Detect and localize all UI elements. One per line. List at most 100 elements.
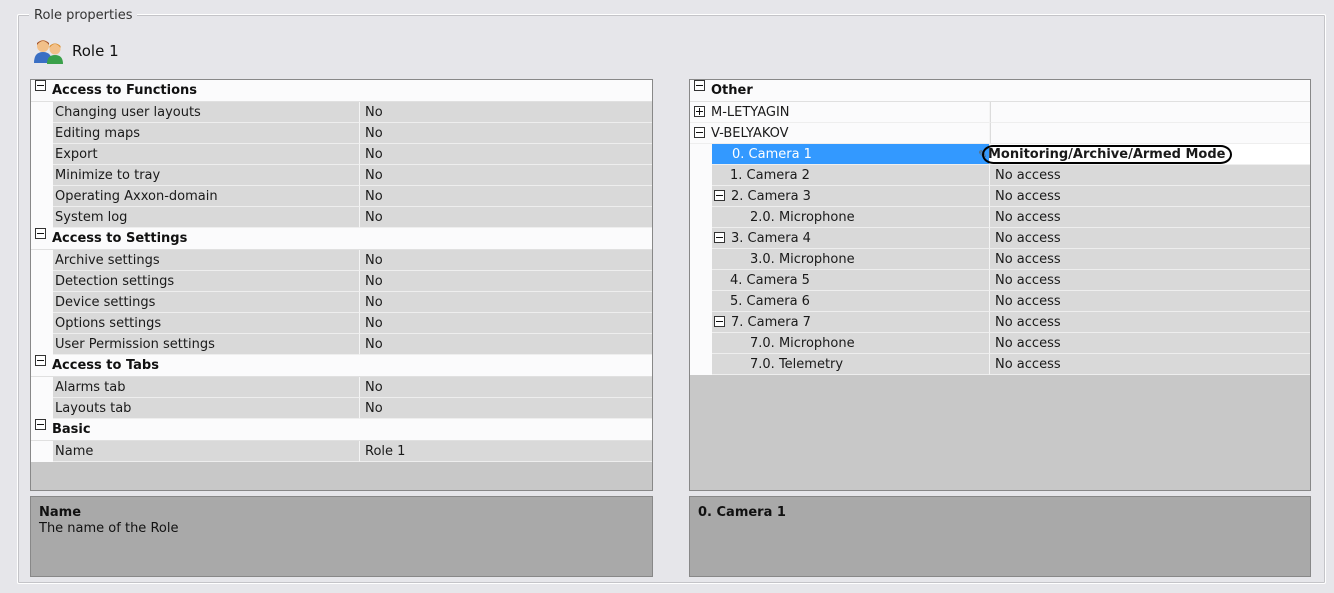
category-row[interactable]: Access to Settings [31, 228, 652, 250]
property-value-text: No access [995, 252, 1061, 267]
server-row[interactable]: V-BELYAKOV [690, 123, 1310, 144]
property-row[interactable]: Options settings No [31, 313, 652, 334]
collapse-icon[interactable] [35, 355, 46, 366]
property-value-text: No access [995, 336, 1061, 351]
property-value[interactable]: No [360, 123, 652, 144]
property-value[interactable]: No [360, 144, 652, 165]
property-row[interactable]: System log No [31, 207, 652, 228]
property-value[interactable]: No access [990, 186, 1310, 207]
row-indent [31, 292, 53, 313]
property-row[interactable]: Detection settings No [31, 271, 652, 292]
property-row[interactable]: Changing user layouts No [31, 102, 652, 123]
property-row[interactable]: Archive settings No [31, 250, 652, 271]
property-value[interactable] [990, 102, 1310, 123]
property-value-text: No access [995, 315, 1061, 330]
property-name: 2.0. Microphone [712, 207, 990, 228]
permissions-property-grid[interactable]: Access to Functions Changing user layouts… [30, 79, 653, 491]
property-name: Layouts tab [53, 398, 360, 419]
property-value[interactable]: Role 1 [360, 441, 652, 462]
property-name: 7. Camera 7 [712, 312, 990, 333]
collapse-icon[interactable] [35, 228, 46, 239]
device-row[interactable]: 7.0. Microphone No access [690, 333, 1310, 354]
row-indent [690, 186, 712, 207]
property-row[interactable]: Operating Axxon-domain No [31, 186, 652, 207]
property-value[interactable]: No access [990, 270, 1310, 291]
property-value[interactable]: No access [990, 354, 1310, 375]
property-value[interactable]: No access [990, 312, 1310, 333]
device-row[interactable]: 3. Camera 4 No access [690, 228, 1310, 249]
property-value[interactable]: No [360, 165, 652, 186]
property-name: 5. Camera 6 [712, 291, 990, 312]
category-label: Access to Functions [52, 83, 198, 98]
property-value[interactable]: No [360, 292, 652, 313]
row-indent [31, 186, 53, 207]
collapse-icon[interactable] [694, 127, 705, 138]
property-row[interactable]: Alarms tab No [31, 377, 652, 398]
property-value[interactable]: No [360, 398, 652, 419]
device-row[interactable]: 4. Camera 5 No access [690, 270, 1310, 291]
collapse-icon[interactable] [35, 80, 46, 91]
category-row[interactable]: Access to Tabs [31, 355, 652, 377]
category-row[interactable]: Access to Functions [31, 80, 652, 102]
object-access-property-grid[interactable]: Other M-LETYAGIN V-BELYAKOV 0. Camera 1 ✎ Mon… [689, 79, 1311, 491]
collapse-icon[interactable] [694, 80, 705, 91]
property-row[interactable]: User Permission settings No [31, 334, 652, 355]
selected-value-oval[interactable]: Monitoring/Archive/Armed Mode [982, 145, 1232, 164]
property-value[interactable]: No access [990, 165, 1310, 186]
property-value[interactable]: No [360, 102, 652, 123]
property-row[interactable]: Name Role 1 [31, 441, 652, 462]
property-value[interactable]: No access [990, 228, 1310, 249]
property-value[interactable] [990, 123, 1310, 144]
row-indent [690, 270, 712, 291]
property-row[interactable]: Layouts tab No [31, 398, 652, 419]
device-row[interactable]: 5. Camera 6 No access [690, 291, 1310, 312]
property-name-text: 2. Camera 3 [731, 189, 811, 204]
property-name: 1. Camera 2 [712, 165, 990, 186]
category-row[interactable]: Other [690, 80, 1310, 102]
device-row[interactable]: 2.0. Microphone No access [690, 207, 1310, 228]
property-name: Options settings [53, 313, 360, 334]
collapse-icon[interactable] [714, 316, 725, 327]
property-row[interactable]: Minimize to tray No [31, 165, 652, 186]
row-indent [690, 312, 712, 333]
property-name: 7.0. Microphone [712, 333, 990, 354]
row-indent [31, 334, 53, 355]
row-indent [31, 398, 53, 419]
collapse-icon[interactable] [714, 232, 725, 243]
property-value[interactable]: No access [990, 207, 1310, 228]
property-value[interactable]: ✎ Monitoring/Archive/Armed Mode [978, 144, 1310, 165]
property-name: 3.0. Microphone [712, 249, 990, 270]
server-row[interactable]: M-LETYAGIN [690, 102, 1310, 123]
property-row[interactable]: Export No [31, 144, 652, 165]
property-name-text: 3. Camera 4 [731, 231, 811, 246]
property-value-text: No access [995, 189, 1061, 204]
property-name: 7.0. Telemetry [712, 354, 990, 375]
description-title: Name [39, 505, 82, 520]
property-name: Export [53, 144, 360, 165]
property-row[interactable]: Editing maps No [31, 123, 652, 144]
property-row[interactable]: Device settings No [31, 292, 652, 313]
collapse-icon[interactable] [35, 419, 46, 430]
property-value[interactable]: No [360, 207, 652, 228]
device-row[interactable]: 0. Camera 1 ✎ Monitoring/Archive/Armed Mod… [690, 144, 1310, 165]
property-value[interactable]: No [360, 186, 652, 207]
property-value[interactable]: No access [990, 249, 1310, 270]
property-value[interactable]: No [360, 334, 652, 355]
device-row[interactable]: 2. Camera 3 No access [690, 186, 1310, 207]
property-value[interactable]: No access [990, 291, 1310, 312]
device-row[interactable]: 1. Camera 2 No access [690, 165, 1310, 186]
row-indent [31, 313, 53, 334]
category-row[interactable]: Basic [31, 419, 652, 441]
property-value[interactable]: No [360, 313, 652, 334]
device-row[interactable]: 3.0. Microphone No access [690, 249, 1310, 270]
collapse-icon[interactable] [714, 190, 725, 201]
property-value[interactable]: No [360, 271, 652, 292]
property-value[interactable]: No [360, 250, 652, 271]
device-row[interactable]: 7. Camera 7 No access [690, 312, 1310, 333]
category-label: Access to Settings [52, 231, 188, 246]
device-row[interactable]: 7.0. Telemetry No access [690, 354, 1310, 375]
property-value[interactable]: No access [990, 333, 1310, 354]
expand-icon[interactable] [694, 106, 705, 117]
property-value[interactable]: No [360, 377, 652, 398]
property-name: System log [53, 207, 360, 228]
